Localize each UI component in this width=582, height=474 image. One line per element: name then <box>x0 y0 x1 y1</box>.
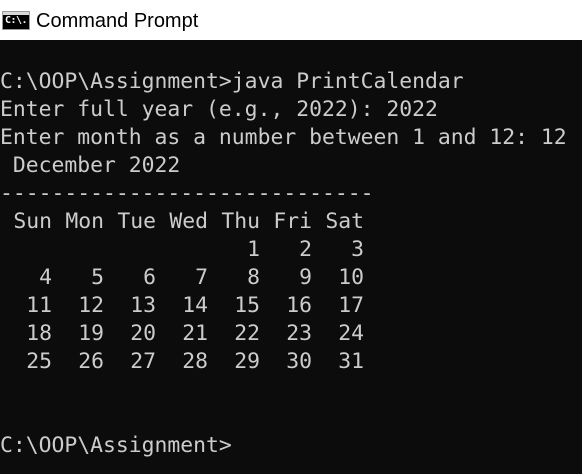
command-prompt-icon[interactable]: C:\. <box>2 11 30 30</box>
calendar-day: 2 <box>299 237 312 262</box>
calendar-day: 21 <box>182 321 208 346</box>
calendar-day: 7 <box>195 265 208 290</box>
calendar-day: 28 <box>182 349 208 374</box>
window-title: Command Prompt <box>36 10 199 32</box>
command-line: C:\OOP\Assignment>java PrintCalendar <box>0 69 464 94</box>
title-bar: C:\. Command Prompt <box>0 0 582 40</box>
calendar-day: 10 <box>338 265 364 290</box>
calendar-day: 27 <box>130 349 156 374</box>
calendar-title: December 2022 <box>0 153 181 178</box>
icon-glyph: C:\. <box>5 15 28 26</box>
calendar-day: 30 <box>286 349 312 374</box>
calendar-day: 1 <box>247 237 260 262</box>
calendar-day: 13 <box>130 293 156 318</box>
weekday-header: Thu <box>221 209 260 234</box>
calendar-day: 25 <box>26 349 52 374</box>
calendar-day: 20 <box>130 321 156 346</box>
calendar-day: 3 <box>351 237 364 262</box>
calendar-day: 17 <box>338 293 364 318</box>
weekday-header: Sun <box>13 209 52 234</box>
calendar-day: 29 <box>234 349 260 374</box>
weekday-header: Mon <box>65 209 104 234</box>
calendar-day: 4 <box>39 265 52 290</box>
weekday-header: Fri <box>273 209 312 234</box>
calendar-day: 11 <box>26 293 52 318</box>
calendar-day: 22 <box>234 321 260 346</box>
calendar-day: 18 <box>26 321 52 346</box>
calendar-day: 26 <box>78 349 104 374</box>
calendar-separator: ----------------------------- <box>0 181 374 206</box>
calendar-day: 8 <box>247 265 260 290</box>
console-output[interactable]: C:\OOP\Assignment>java PrintCalendar Ent… <box>0 40 582 474</box>
month-prompt-line: Enter month as a number between 1 and 12… <box>0 125 567 150</box>
calendar-day: 23 <box>286 321 312 346</box>
calendar-day: 24 <box>338 321 364 346</box>
weekday-header: Tue <box>117 209 156 234</box>
year-prompt-line: Enter full year (e.g., 2022): 2022 <box>0 97 438 122</box>
calendar-day: 31 <box>338 349 364 374</box>
final-prompt: C:\OOP\Assignment> <box>0 433 232 458</box>
calendar-day: 14 <box>182 293 208 318</box>
calendar-day: 16 <box>286 293 312 318</box>
calendar-day: 6 <box>143 265 156 290</box>
calendar-day: 15 <box>234 293 260 318</box>
weekday-header: Wed <box>169 209 208 234</box>
calendar-day: 9 <box>299 265 312 290</box>
calendar-day: 5 <box>91 265 104 290</box>
command-prompt-window: C:\. Command Prompt C:\OOP\Assignment>ja… <box>0 0 582 474</box>
calendar-day: 19 <box>78 321 104 346</box>
weekday-header: Sat <box>325 209 364 234</box>
calendar-day: 12 <box>78 293 104 318</box>
